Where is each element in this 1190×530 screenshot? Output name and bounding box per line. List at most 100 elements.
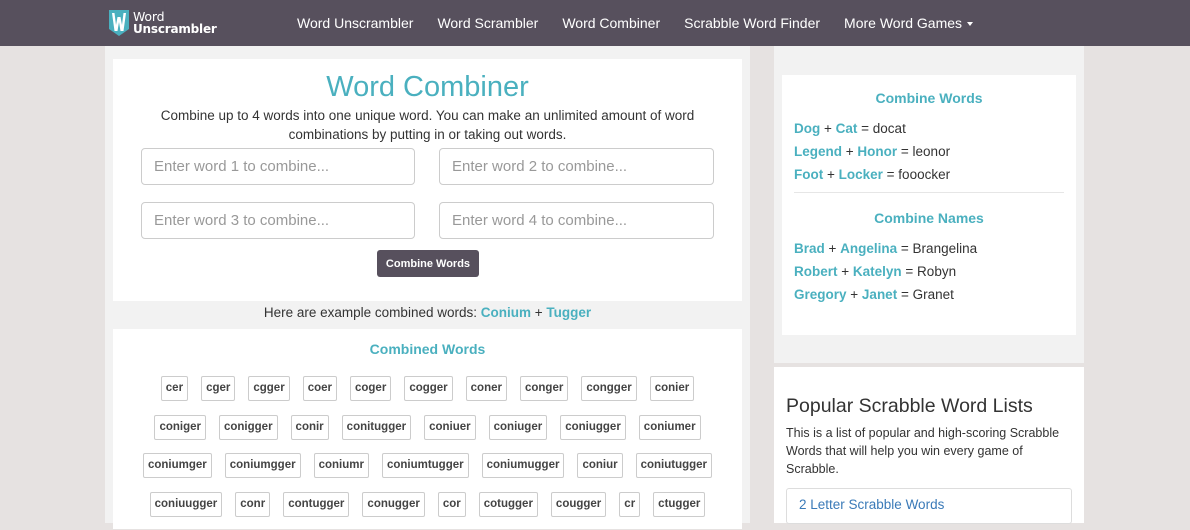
combined-word-chip[interactable]: coniger [154, 414, 206, 440]
top-navbar: Word Unscrambler Word Unscrambler Word S… [0, 0, 1190, 46]
combination-result: = docat [857, 121, 906, 136]
page-title: Word Combiner [326, 71, 529, 103]
nav-more-word-games-label: More Word Games [844, 15, 963, 31]
popular-lists-description: This is a list of popular and high-scori… [786, 426, 1060, 476]
results-card: Combined Words cer cger cgger coer coger cogg… [113, 329, 742, 529]
plus-sign: + [824, 241, 841, 256]
example-word-2-link[interactable]: Tugger [546, 305, 591, 320]
combination-word-b-link[interactable]: Honor [857, 144, 897, 159]
combination-item: Brad + Angelina = Brangelina [794, 237, 1064, 260]
combination-word-a-link[interactable]: Dog [794, 121, 820, 136]
combination-word-b-link[interactable]: Katelyn [853, 264, 902, 279]
combiner-card: Word Combiner Combine up to 4 words into… [113, 59, 742, 301]
combine-names-list: Brad + Angelina = Brangelina Robert + Kat… [794, 237, 1064, 306]
plus-sign: + [823, 167, 839, 182]
combination-result: = leonor [897, 144, 951, 159]
combined-word-chip[interactable]: coniugger [560, 414, 626, 440]
combined-word-chip[interactable]: coniutugger [635, 453, 713, 478]
combined-word-chip[interactable]: coniuer [424, 414, 476, 440]
combined-word-chip[interactable]: cogger [404, 376, 453, 401]
combined-word-chip[interactable]: cor [437, 491, 466, 517]
word-inputs [141, 148, 714, 239]
combination-word-b-link[interactable]: Janet [862, 287, 897, 302]
combined-word-chip[interactable]: coner [465, 376, 507, 401]
combined-word-chip[interactable]: cotugger [478, 491, 538, 517]
combination-word-a-link[interactable]: Robert [794, 264, 838, 279]
popular-list-item[interactable]: 2 Letter Scrabble Words [786, 488, 1072, 524]
word-3-input[interactable] [141, 202, 415, 239]
combined-word-chip[interactable]: conier [649, 376, 695, 401]
combined-word-chip[interactable]: conr [235, 491, 271, 517]
plus-sign: + [820, 121, 836, 136]
combination-word-a-link[interactable]: Foot [794, 167, 823, 182]
word-row: cer cger cgger coer coger cogger coner conger co… [113, 376, 742, 401]
word-row: coniumger coniumgger coniumr coniumtugger co… [113, 453, 742, 478]
nav-word-unscrambler[interactable]: Word Unscrambler [285, 2, 425, 44]
combined-word-chip[interactable]: cr [619, 491, 641, 517]
combined-word-chip[interactable]: conugger [362, 491, 425, 517]
word-4-input[interactable] [439, 202, 714, 239]
caret-down-icon [967, 22, 974, 27]
combination-result: = Granet [897, 287, 954, 302]
example-word-1-link[interactable]: Conium [481, 305, 531, 320]
combined-word-chip[interactable]: coniuger [488, 414, 548, 440]
nav-more-word-games[interactable]: More Word Games [832, 2, 985, 44]
main-column: Word Combiner Combine up to 4 words into… [105, 46, 750, 529]
combination-item: Gregory + Janet = Granet [794, 283, 1064, 306]
combined-word-chip[interactable]: conitugger [341, 414, 412, 440]
combined-word-chip[interactable]: coniumugger [481, 453, 565, 478]
combination-word-a-link[interactable]: Brad [794, 241, 825, 256]
combination-item: Foot + Locker = fooocker [794, 163, 1064, 186]
example-combination: Here are example combined words: Conium … [105, 301, 750, 329]
brand-logo-link[interactable]: Word Unscrambler [109, 9, 217, 37]
combination-word-a-link[interactable]: Gregory [794, 287, 847, 302]
combined-word-chip[interactable]: coniumer [638, 414, 701, 440]
word-2-input[interactable] [439, 148, 714, 185]
combined-word-chip[interactable]: conigger [218, 414, 278, 440]
combination-word-a-link[interactable]: Legend [794, 144, 842, 159]
combined-word-chip[interactable]: coniur [577, 453, 623, 478]
combined-word-chip[interactable]: coniumger [142, 453, 212, 478]
combine-words-heading: Combine Words [875, 90, 983, 106]
combine-names-heading: Combine Names [874, 210, 984, 226]
w-shield-logo-icon [109, 10, 129, 36]
main-nav: Word Unscrambler Word Scrambler Word Com… [285, 0, 985, 46]
combined-word-chip[interactable]: ctugger [653, 491, 706, 517]
plus-sign: + [842, 144, 858, 159]
plus-sign: + [837, 264, 853, 279]
combined-word-chip[interactable]: contugger [283, 491, 350, 517]
popular-lists-title: Popular Scrabble Word Lists [786, 395, 1033, 417]
intro-text: Combine up to 4 words into one unique wo… [160, 108, 695, 142]
combined-word-chip[interactable]: congger [581, 376, 637, 401]
combine-words-list: Dog + Cat = docat Legend + Honor = leonor… [794, 117, 1064, 186]
combine-words-button[interactable]: Combine Words [377, 250, 479, 277]
combination-item: Dog + Cat = docat [794, 117, 1064, 140]
combined-word-chip[interactable]: cougger [550, 491, 607, 517]
combination-item: Legend + Honor = leonor [794, 140, 1064, 163]
nav-word-scrambler[interactable]: Word Scrambler [425, 2, 550, 44]
combination-word-b-link[interactable]: Locker [839, 167, 883, 182]
combination-word-b-link[interactable]: Cat [836, 121, 858, 136]
combined-word-chip[interactable]: coniumtugger [381, 453, 469, 478]
combination-result: = fooocker [882, 167, 951, 182]
combination-word-b-link[interactable]: Angelina [840, 241, 897, 256]
combined-word-chip[interactable]: conger [519, 376, 569, 401]
divider [794, 192, 1064, 193]
combined-word-chip[interactable]: cger [201, 376, 236, 401]
combined-word-chip[interactable]: conir [290, 414, 329, 440]
examples-card: Combine Words Dog + Cat = docat Legend + … [782, 75, 1076, 335]
results-title: Combined Words [369, 341, 486, 357]
word-1-input[interactable] [141, 148, 415, 185]
combined-word-chip[interactable]: cer [160, 376, 189, 401]
combined-word-chip[interactable]: coniumgger [224, 453, 301, 478]
nav-scrabble-word-finder[interactable]: Scrabble Word Finder [672, 2, 832, 44]
plus-sign: + [846, 287, 862, 302]
combined-word-chip[interactable]: coniumr [313, 453, 369, 478]
popular-lists-card: Popular Scrabble Word Lists This is a li… [774, 367, 1084, 524]
combined-word-chip[interactable]: coger [349, 376, 392, 401]
brand-name: Word Unscrambler [133, 10, 217, 35]
combined-word-chip[interactable]: coniuugger [149, 491, 223, 517]
combined-word-chip[interactable]: cgger [248, 376, 290, 401]
combined-word-chip[interactable]: coer [302, 376, 337, 401]
nav-word-combiner[interactable]: Word Combiner [550, 2, 672, 44]
